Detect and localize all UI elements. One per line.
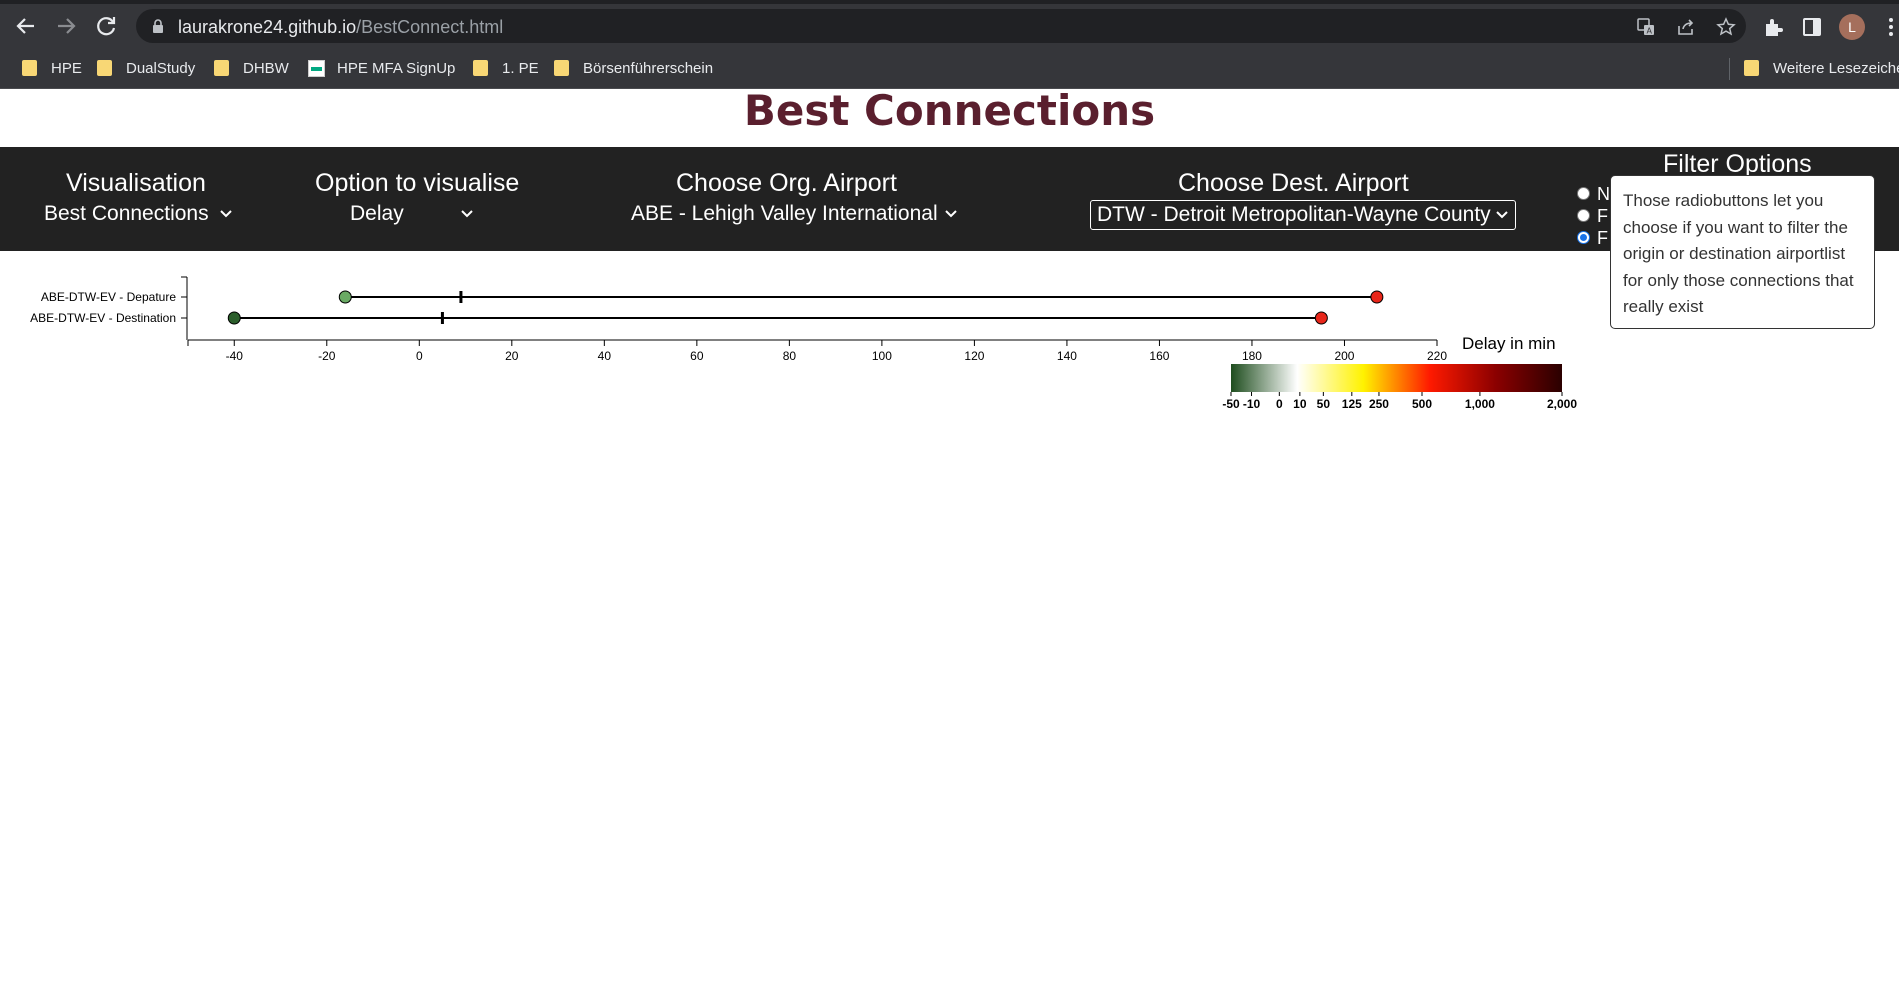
color-scale-label: 50 <box>1317 397 1331 411</box>
filter-radio-none[interactable] <box>1577 187 1590 200</box>
color-scale-label: 125 <box>1342 397 1362 411</box>
folder-icon <box>97 60 112 76</box>
folder-icon <box>473 60 488 76</box>
bookmark-dhbw[interactable]: DHBW <box>214 48 289 88</box>
color-scale-label: 500 <box>1412 397 1432 411</box>
color-scale-label: 1,000 <box>1465 397 1495 411</box>
lock-icon[interactable] <box>150 18 166 34</box>
bookmark-label: DHBW <box>243 59 289 77</box>
x-tick-label: 40 <box>598 349 612 363</box>
color-scale-label: 2,000 <box>1547 397 1577 411</box>
max-point <box>1370 290 1384 304</box>
color-scale-label: 10 <box>1293 397 1307 411</box>
url-host: laurakrone24.github.io <box>178 17 357 37</box>
x-axis-label: Delay in min <box>1462 334 1556 353</box>
destination-select[interactable]: DTW - Detroit Metropolitan-Wayne County <box>1090 200 1516 230</box>
row-label: ABE-DTW-EV - Destination <box>30 311 176 325</box>
origin-select[interactable]: ABE - Lehigh Valley International <box>631 202 958 226</box>
color-scale-label: 250 <box>1369 397 1389 411</box>
option-select[interactable]: Delay <box>350 202 474 226</box>
forward-arrow-icon[interactable] <box>52 12 80 40</box>
bookmark-label: Börsenführerschein <box>583 59 714 77</box>
x-tick-label: 140 <box>1057 349 1077 363</box>
bookmark-hpe[interactable]: HPE <box>22 48 82 88</box>
bookmark-1-pe[interactable]: 1. PE <box>473 48 539 88</box>
max-point <box>1314 311 1328 325</box>
chevron-down-icon <box>944 210 957 218</box>
profile-avatar[interactable]: L <box>1839 14 1865 40</box>
folder-icon <box>214 60 229 76</box>
bookmark-boersenfuehrerschein[interactable]: Börsenführerschein <box>554 48 713 88</box>
folder-icon <box>22 60 37 76</box>
visualisation-value: Best Connections <box>44 202 209 225</box>
bookmarks-divider <box>1729 58 1730 80</box>
x-tick-label: 180 <box>1242 349 1262 363</box>
filter-tooltip: Those radiobuttons let you choose if you… <box>1610 175 1875 329</box>
share-icon[interactable] <box>1676 17 1696 37</box>
option-label: Option to visualise <box>315 169 520 197</box>
x-tick-label: 60 <box>690 349 704 363</box>
extensions-icon[interactable] <box>1762 16 1784 38</box>
x-tick-label: 80 <box>783 349 797 363</box>
visualisation-select[interactable]: Best Connections <box>44 202 233 226</box>
bookmark-dualstudy[interactable]: DualStudy <box>97 48 195 88</box>
bookmark-hpe-mfa-signup[interactable]: HPE MFA SignUp <box>308 48 455 88</box>
page-title: Best Connections <box>743 86 1156 135</box>
x-tick-label: 220 <box>1427 349 1447 363</box>
folder-icon <box>1744 60 1759 76</box>
x-tick-label: 100 <box>872 349 892 363</box>
bookmark-star-icon[interactable] <box>1716 17 1736 37</box>
browser-toolbar: laurakrone24.github.io/BestConnect.html … <box>0 4 1899 48</box>
destination-value: DTW - Detroit Metropolitan-Wayne County <box>1097 203 1491 226</box>
other-bookmarks-label: Weitere Lesezeiche <box>1773 59 1899 77</box>
url-path: /BestConnect.html <box>356 17 504 37</box>
chevron-down-icon <box>460 210 473 218</box>
destination-label: Choose Dest. Airport <box>1178 169 1409 197</box>
hpe-favicon <box>308 59 325 77</box>
bookmark-label: HPE MFA SignUp <box>337 59 456 77</box>
chevron-down-icon <box>1495 211 1508 219</box>
row-label: ABE-DTW-EV - Depature <box>41 290 176 304</box>
x-tick-label: 160 <box>1149 349 1169 363</box>
visualisation-label: Visualisation <box>66 169 206 197</box>
back-arrow-icon[interactable] <box>12 12 40 40</box>
other-bookmarks[interactable]: Weitere Lesezeiche <box>1744 48 1899 88</box>
x-tick-label: -40 <box>226 349 244 363</box>
option-value: Delay <box>350 202 404 225</box>
url-text: laurakrone24.github.io/BestConnect.html <box>178 17 503 38</box>
svg-text:A: A <box>1647 27 1653 36</box>
menu-dots-icon[interactable] <box>1886 16 1896 38</box>
origin-value: ABE - Lehigh Valley International <box>631 202 938 225</box>
side-panel-icon[interactable] <box>1801 16 1823 38</box>
filter-radio-label: N <box>1597 184 1610 204</box>
filter-radio-label: F <box>1597 206 1608 226</box>
color-scale-bar <box>1231 364 1562 392</box>
origin-label: Choose Org. Airport <box>676 169 897 197</box>
x-tick-label: 200 <box>1334 349 1354 363</box>
color-scale-label: -10 <box>1243 397 1261 411</box>
min-point <box>227 311 241 325</box>
bookmark-label: DualStudy <box>126 59 196 77</box>
filter-radio-label: F <box>1597 228 1608 248</box>
x-tick-label: 0 <box>416 349 423 363</box>
filter-radio-origin[interactable] <box>1577 209 1590 222</box>
x-tick-label: 20 <box>505 349 519 363</box>
x-tick-label: 120 <box>964 349 984 363</box>
color-scale-label: -50 <box>1222 397 1240 411</box>
chevron-down-icon <box>219 210 232 218</box>
reload-icon[interactable] <box>92 12 120 40</box>
bookmarks-bar: HPE DualStudy DHBW HPE MFA SignUp 1. PE … <box>0 48 1899 89</box>
color-scale-label: 0 <box>1276 397 1283 411</box>
filter-radio-destination[interactable] <box>1577 231 1590 244</box>
folder-icon <box>554 60 569 76</box>
bookmark-label: HPE <box>51 59 82 77</box>
min-point <box>338 290 352 304</box>
address-bar[interactable]: laurakrone24.github.io/BestConnect.html … <box>136 9 1746 43</box>
delay-range-chart: -40 -20 0 20 40 60 80 100 120 140 160 180 200 220Dela… <box>30 276 1577 411</box>
x-tick-label: -20 <box>318 349 336 363</box>
translate-icon[interactable]: A <box>1636 17 1656 37</box>
bookmark-label: 1. PE <box>502 59 539 77</box>
